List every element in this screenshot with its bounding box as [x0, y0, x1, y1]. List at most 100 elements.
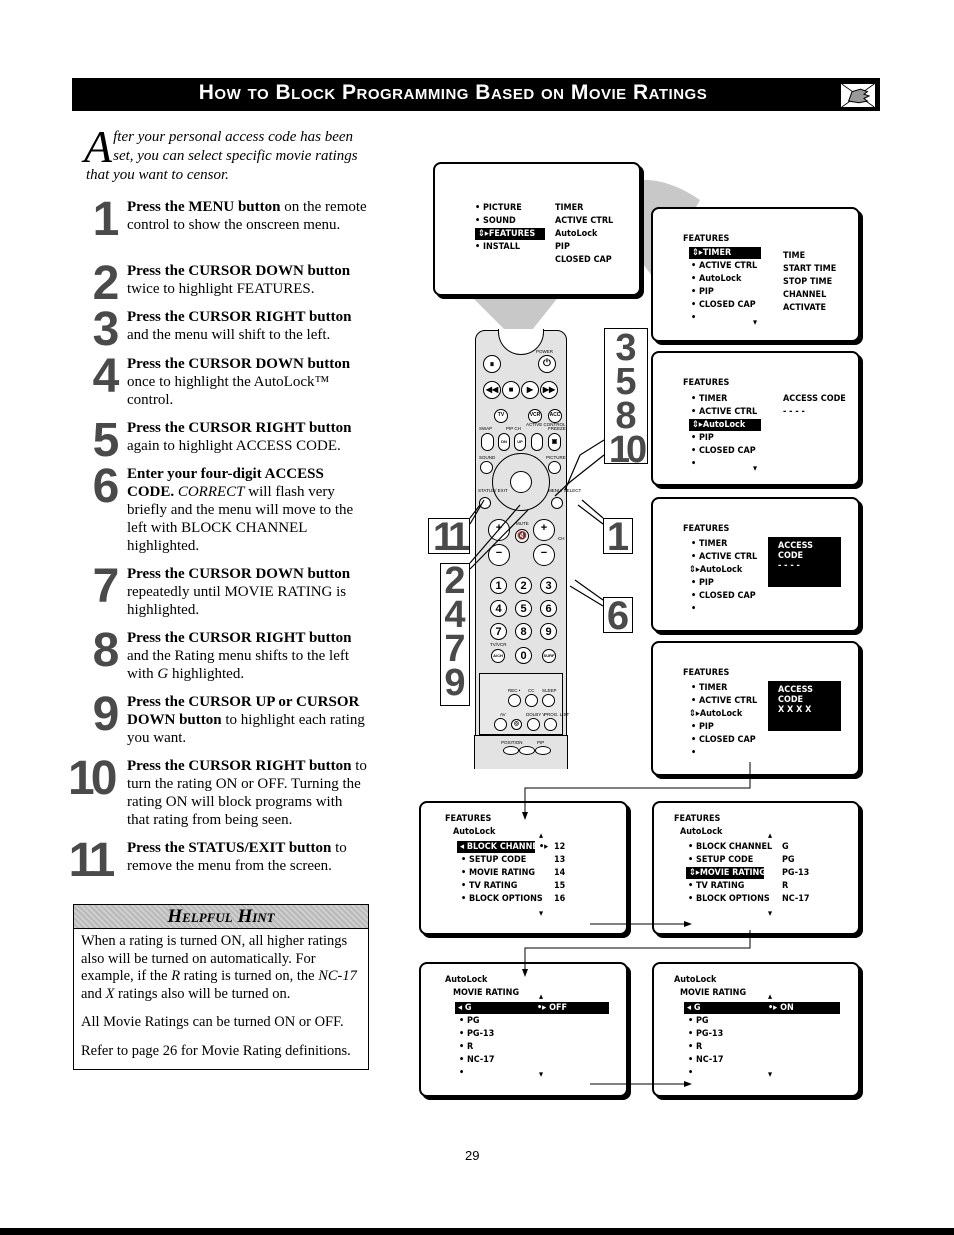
menu-select-button[interactable] [551, 497, 563, 509]
menu-item-autolock: ⇕▸AutoLock [689, 419, 761, 431]
menu-item: • [691, 313, 697, 323]
status-exit-button[interactable] [479, 497, 491, 509]
dolby-button[interactable] [527, 718, 540, 731]
dolby-label: DOLBY V [526, 712, 546, 717]
ach-button[interactable]: A/CH [491, 649, 505, 663]
menu-item-install: • INSTALL [475, 242, 521, 252]
swap-button[interactable] [481, 433, 494, 451]
pip-ch-down-button[interactable]: DN [498, 433, 510, 451]
screen-title: FEATURES [683, 668, 730, 678]
play-button[interactable]: ▶ [521, 381, 539, 399]
pip-ch-label: PIP CH [506, 426, 521, 431]
tv-button[interactable]: TV [494, 409, 508, 423]
digit-1-button[interactable]: 1 [490, 577, 507, 594]
digit-2-button[interactable]: 2 [515, 577, 532, 594]
menu-item: • CLOSED CAP [691, 300, 756, 310]
digit-3-button[interactable]: 3 [540, 577, 557, 594]
screen-subtitle: MOVIE RATING [453, 988, 520, 998]
digit-5-button[interactable]: 5 [515, 600, 532, 617]
screen-title: FEATURES [683, 234, 730, 244]
callout-step-1: 1 [603, 517, 633, 557]
callout-steps-2-4-7-9: 2 4 7 9 [440, 562, 470, 706]
remote-bottom: POSITION PIP [474, 735, 568, 769]
helpful-hint-box: Helpful Hint When a rating is turned ON,… [73, 904, 369, 1070]
volume-down-button[interactable]: − [488, 544, 510, 566]
position-label: POSITION [501, 740, 523, 745]
digit-6-button[interactable]: 6 [540, 600, 557, 617]
step-text: Press the CURSOR DOWN button once to hig… [127, 356, 351, 408]
callout-step-6: 6 [603, 596, 633, 636]
rec-button[interactable] [508, 694, 521, 707]
menu-item: • [691, 748, 697, 758]
digit-4-button[interactable]: 4 [490, 600, 507, 617]
stop-button[interactable]: ■ [502, 381, 520, 399]
sound-button[interactable] [480, 461, 493, 474]
sleep-button[interactable] [542, 694, 555, 707]
freeze-button[interactable]: ▣ [548, 433, 561, 451]
tv-vcr-label: TV/VCR [490, 642, 507, 647]
submenu-item: TIMER [555, 203, 584, 213]
fast-forward-button[interactable]: ▶▶ [540, 381, 558, 399]
cursor-center-button[interactable] [510, 471, 532, 493]
cc-label: CC [528, 688, 535, 693]
menu-item: • SETUP CODE [688, 855, 754, 865]
av-label: AV [500, 712, 506, 717]
pause-button[interactable]: ⏸ [483, 355, 501, 373]
cc-button[interactable] [525, 694, 538, 707]
screen-autolock-movie-rating: FEATURES AutoLock ▴ • BLOCK CHANNEL • SE… [652, 801, 860, 935]
screen-autolock-block-channel: FEATURES AutoLock ▴ ◂ BLOCK CHANNEL •▸ •… [419, 801, 628, 935]
mute-button[interactable]: 🔇 [515, 529, 529, 543]
channel-up-button[interactable]: + [533, 519, 555, 541]
active-control-button[interactable] [531, 433, 543, 451]
target-button[interactable]: ◎ [511, 719, 522, 730]
rec-label: REC • [508, 688, 521, 693]
submenu-item: ACTIVE CTRL [555, 216, 614, 226]
swap-label: SWAP [479, 426, 493, 431]
sound-label: SOUND [479, 455, 496, 460]
av-button[interactable] [494, 718, 507, 731]
rewind-button[interactable]: ◀◀ [483, 381, 501, 399]
power-button[interactable]: ⏻ [538, 355, 556, 373]
menu-item: • BLOCK OPTIONS [461, 894, 543, 904]
page-title: How to Block Programming Based on Movie … [198, 81, 708, 104]
hint-body: When a rating is turned ON, all higher r… [74, 929, 368, 1075]
prog-list-button[interactable] [544, 718, 557, 731]
submenu-item: START TIME [783, 264, 837, 274]
step-number: 9 [92, 688, 120, 741]
digit-8-button[interactable]: 8 [515, 623, 532, 640]
callout-steps-3-5-8-10: 3 5 8 10 [604, 328, 648, 469]
volume-up-button[interactable]: + [488, 519, 510, 541]
rating-row: • R [459, 1042, 474, 1052]
digit-7-button[interactable]: 7 [490, 623, 507, 640]
position-button[interactable] [503, 746, 519, 755]
submenu-item: STOP TIME [783, 277, 833, 287]
menu-item: • [691, 604, 697, 614]
rating-row: • [459, 1068, 465, 1078]
channel-number: 14 [554, 868, 566, 878]
menu-item: • TV RATING [688, 881, 745, 891]
pip-toggle-button[interactable] [519, 746, 535, 755]
pip-label: PIP [537, 740, 545, 745]
menu-item: • ACTIVE CTRL [691, 552, 758, 562]
screen-access-code-entered: FEATURES • TIMER • ACTIVE CTRL ⇕▸AutoLoc… [651, 641, 860, 776]
digit-0-button[interactable]: 0 [515, 647, 532, 664]
step-number: 10 [68, 752, 117, 805]
surf-button[interactable]: SURF [542, 649, 556, 663]
channel-down-button[interactable]: − [533, 544, 555, 566]
acc-button[interactable]: ACC [548, 409, 562, 423]
digit-9-button[interactable]: 9 [540, 623, 557, 640]
menu-item-autolock: ⇕▸AutoLock [689, 565, 743, 575]
submenu-item: AutoLock [555, 229, 598, 239]
channel-number: 12 [554, 842, 566, 852]
pip-ch-up-button[interactable]: UP [514, 433, 526, 451]
rating-row: • PG [459, 1016, 480, 1026]
pip-button[interactable] [535, 746, 551, 755]
picture-button[interactable] [548, 461, 561, 474]
screen-features-timer: FEATURES ⇕▸TIMER • ACTIVE CTRL • AutoLoc… [651, 207, 860, 342]
rating-label: PG [782, 855, 795, 865]
access-code-box: ACCESS CODE - - - - [768, 537, 841, 587]
submenu-item: PIP [555, 242, 570, 252]
vcr-button[interactable]: VCR [528, 409, 542, 423]
menu-item: • ACTIVE CTRL [691, 407, 758, 417]
menu-item-timer: ⇕▸TIMER [689, 247, 761, 259]
